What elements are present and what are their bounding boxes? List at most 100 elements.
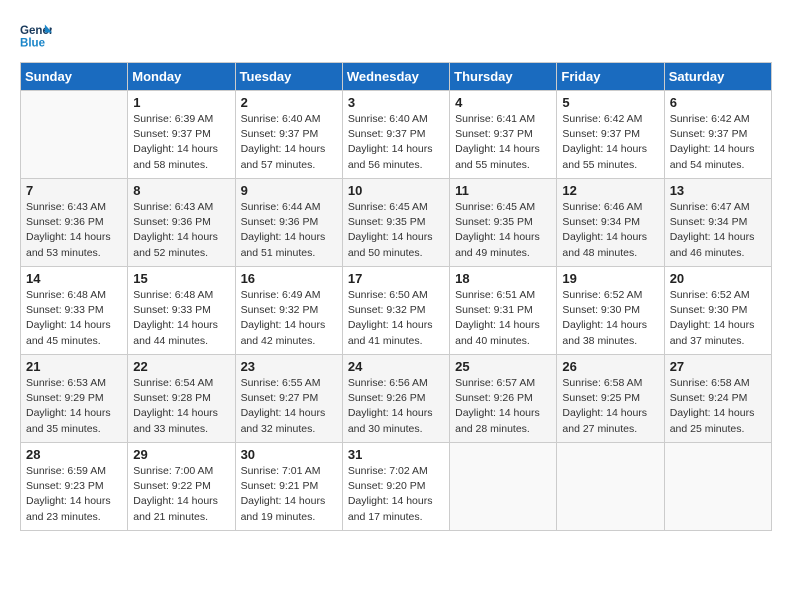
- day-info: Sunrise: 6:58 AMSunset: 9:24 PMDaylight:…: [670, 376, 766, 437]
- day-number: 11: [455, 183, 551, 198]
- day-number: 8: [133, 183, 229, 198]
- day-info: Sunrise: 6:46 AMSunset: 9:34 PMDaylight:…: [562, 200, 658, 261]
- day-info: Sunrise: 6:48 AMSunset: 9:33 PMDaylight:…: [26, 288, 122, 349]
- calendar-cell: 28 Sunrise: 6:59 AMSunset: 9:23 PMDayligh…: [21, 443, 128, 531]
- calendar-cell: 22 Sunrise: 6:54 AMSunset: 9:28 PMDayligh…: [128, 355, 235, 443]
- day-info: Sunrise: 6:59 AMSunset: 9:23 PMDaylight:…: [26, 464, 122, 525]
- day-number: 13: [670, 183, 766, 198]
- day-info: Sunrise: 6:40 AMSunset: 9:37 PMDaylight:…: [241, 112, 337, 173]
- svg-text:Blue: Blue: [20, 38, 46, 50]
- day-info: Sunrise: 7:02 AMSunset: 9:20 PMDaylight:…: [348, 464, 444, 525]
- day-number: 31: [348, 447, 444, 462]
- day-number: 14: [26, 271, 122, 286]
- calendar-cell: 15 Sunrise: 6:48 AMSunset: 9:33 PMDayligh…: [128, 267, 235, 355]
- calendar-cell: 13 Sunrise: 6:47 AMSunset: 9:34 PMDayligh…: [664, 179, 771, 267]
- calendar-body: 1Sunrise: 6:39 AMSunset: 9:37 PMDaylight…: [21, 91, 772, 531]
- day-info: Sunrise: 6:43 AMSunset: 9:36 PMDaylight:…: [26, 200, 122, 261]
- day-number: 9: [241, 183, 337, 198]
- logo-icon: General Blue: [20, 20, 52, 52]
- day-number: 21: [26, 359, 122, 374]
- calendar-cell: 31 Sunrise: 7:02 AMSunset: 9:20 PMDayligh…: [342, 443, 449, 531]
- day-info: Sunrise: 6:54 AMSunset: 9:28 PMDaylight:…: [133, 376, 229, 437]
- header-monday: Monday: [128, 63, 235, 91]
- calendar-cell: 21 Sunrise: 6:53 AMSunset: 9:29 PMDayligh…: [21, 355, 128, 443]
- calendar-cell: 19 Sunrise: 6:52 AMSunset: 9:30 PMDayligh…: [557, 267, 664, 355]
- day-number: 22: [133, 359, 229, 374]
- calendar-cell: 7 Sunrise: 6:43 AMSunset: 9:36 PMDaylight…: [21, 179, 128, 267]
- calendar-cell: 10 Sunrise: 6:45 AMSunset: 9:35 PMDayligh…: [342, 179, 449, 267]
- calendar-cell: 6 Sunrise: 6:42 AMSunset: 9:37 PMDaylight…: [664, 91, 771, 179]
- day-info: Sunrise: 6:52 AMSunset: 9:30 PMDaylight:…: [670, 288, 766, 349]
- calendar-cell: 25Sunrise: 6:57 AMSunset: 9:26 PMDayligh…: [450, 355, 557, 443]
- header-tuesday: Tuesday: [235, 63, 342, 91]
- day-info: Sunrise: 6:53 AMSunset: 9:29 PMDaylight:…: [26, 376, 122, 437]
- calendar-cell: 23 Sunrise: 6:55 AMSunset: 9:27 PMDayligh…: [235, 355, 342, 443]
- calendar-cell: 9 Sunrise: 6:44 AMSunset: 9:36 PMDaylight…: [235, 179, 342, 267]
- day-info: Sunrise: 6:58 AMSunset: 9:25 PMDaylight:…: [562, 376, 658, 437]
- calendar-cell: 3Sunrise: 6:40 AMSunset: 9:37 PMDaylight…: [342, 91, 449, 179]
- day-number: 6: [670, 95, 766, 110]
- header-wednesday: Wednesday: [342, 63, 449, 91]
- calendar-cell: [664, 443, 771, 531]
- day-number: 28: [26, 447, 122, 462]
- calendar-cell: 27Sunrise: 6:58 AMSunset: 9:24 PMDayligh…: [664, 355, 771, 443]
- calendar-cell: 24 Sunrise: 6:56 AMSunset: 9:26 PMDayligh…: [342, 355, 449, 443]
- calendar-cell: 14 Sunrise: 6:48 AMSunset: 9:33 PMDayligh…: [21, 267, 128, 355]
- calendar-cell: 29Sunrise: 7:00 AMSunset: 9:22 PMDayligh…: [128, 443, 235, 531]
- day-info: Sunrise: 6:48 AMSunset: 9:33 PMDaylight:…: [133, 288, 229, 349]
- day-number: 7: [26, 183, 122, 198]
- day-number: 15: [133, 271, 229, 286]
- calendar-cell: 16 Sunrise: 6:49 AMSunset: 9:32 PMDayligh…: [235, 267, 342, 355]
- day-number: 18: [455, 271, 551, 286]
- header-saturday: Saturday: [664, 63, 771, 91]
- calendar-table: SundayMondayTuesdayWednesdayThursdayFrid…: [20, 62, 772, 531]
- calendar-cell: 18 Sunrise: 6:51 AMSunset: 9:31 PMDayligh…: [450, 267, 557, 355]
- day-info: Sunrise: 6:43 AMSunset: 9:36 PMDaylight:…: [133, 200, 229, 261]
- day-number: 16: [241, 271, 337, 286]
- day-number: 17: [348, 271, 444, 286]
- day-number: 2: [241, 95, 337, 110]
- day-number: 4: [455, 95, 551, 110]
- calendar-cell: [450, 443, 557, 531]
- day-number: 30: [241, 447, 337, 462]
- day-number: 24: [348, 359, 444, 374]
- day-number: 10: [348, 183, 444, 198]
- day-info: Sunrise: 6:45 AMSunset: 9:35 PMDaylight:…: [348, 200, 444, 261]
- day-info: Sunrise: 6:49 AMSunset: 9:32 PMDaylight:…: [241, 288, 337, 349]
- calendar-cell: 17 Sunrise: 6:50 AMSunset: 9:32 PMDayligh…: [342, 267, 449, 355]
- page-header: General Blue: [20, 20, 772, 52]
- calendar-cell: 11 Sunrise: 6:45 AMSunset: 9:35 PMDayligh…: [450, 179, 557, 267]
- calendar-cell: 1Sunrise: 6:39 AMSunset: 9:37 PMDaylight…: [128, 91, 235, 179]
- calendar-cell: 20 Sunrise: 6:52 AMSunset: 9:30 PMDayligh…: [664, 267, 771, 355]
- calendar-cell: 30 Sunrise: 7:01 AMSunset: 9:21 PMDayligh…: [235, 443, 342, 531]
- day-info: Sunrise: 7:01 AMSunset: 9:21 PMDaylight:…: [241, 464, 337, 525]
- day-info: Sunrise: 7:00 AMSunset: 9:22 PMDaylight:…: [133, 464, 229, 525]
- day-info: Sunrise: 6:56 AMSunset: 9:26 PMDaylight:…: [348, 376, 444, 437]
- day-info: Sunrise: 6:51 AMSunset: 9:31 PMDaylight:…: [455, 288, 551, 349]
- day-info: Sunrise: 6:52 AMSunset: 9:30 PMDaylight:…: [562, 288, 658, 349]
- day-number: 23: [241, 359, 337, 374]
- day-number: 20: [670, 271, 766, 286]
- header-thursday: Thursday: [450, 63, 557, 91]
- day-number: 12: [562, 183, 658, 198]
- calendar-cell: 26 Sunrise: 6:58 AMSunset: 9:25 PMDayligh…: [557, 355, 664, 443]
- calendar-cell: 8 Sunrise: 6:43 AMSunset: 9:36 PMDaylight…: [128, 179, 235, 267]
- day-info: Sunrise: 6:41 AMSunset: 9:37 PMDaylight:…: [455, 112, 551, 173]
- calendar-cell: 2 Sunrise: 6:40 AMSunset: 9:37 PMDaylight…: [235, 91, 342, 179]
- day-number: 3: [348, 95, 444, 110]
- day-info: Sunrise: 6:42 AMSunset: 9:37 PMDaylight:…: [670, 112, 766, 173]
- calendar-cell: [557, 443, 664, 531]
- day-info: Sunrise: 6:50 AMSunset: 9:32 PMDaylight:…: [348, 288, 444, 349]
- day-info: Sunrise: 6:55 AMSunset: 9:27 PMDaylight:…: [241, 376, 337, 437]
- day-number: 26: [562, 359, 658, 374]
- day-info: Sunrise: 6:44 AMSunset: 9:36 PMDaylight:…: [241, 200, 337, 261]
- calendar-cell: 4 Sunrise: 6:41 AMSunset: 9:37 PMDaylight…: [450, 91, 557, 179]
- logo: General Blue: [20, 20, 52, 52]
- day-number: 25: [455, 359, 551, 374]
- day-info: Sunrise: 6:39 AMSunset: 9:37 PMDaylight:…: [133, 112, 229, 173]
- day-info: Sunrise: 6:45 AMSunset: 9:35 PMDaylight:…: [455, 200, 551, 261]
- day-number: 19: [562, 271, 658, 286]
- day-info: Sunrise: 6:47 AMSunset: 9:34 PMDaylight:…: [670, 200, 766, 261]
- calendar-cell: 5Sunrise: 6:42 AMSunset: 9:37 PMDaylight…: [557, 91, 664, 179]
- calendar-header-row: SundayMondayTuesdayWednesdayThursdayFrid…: [21, 63, 772, 91]
